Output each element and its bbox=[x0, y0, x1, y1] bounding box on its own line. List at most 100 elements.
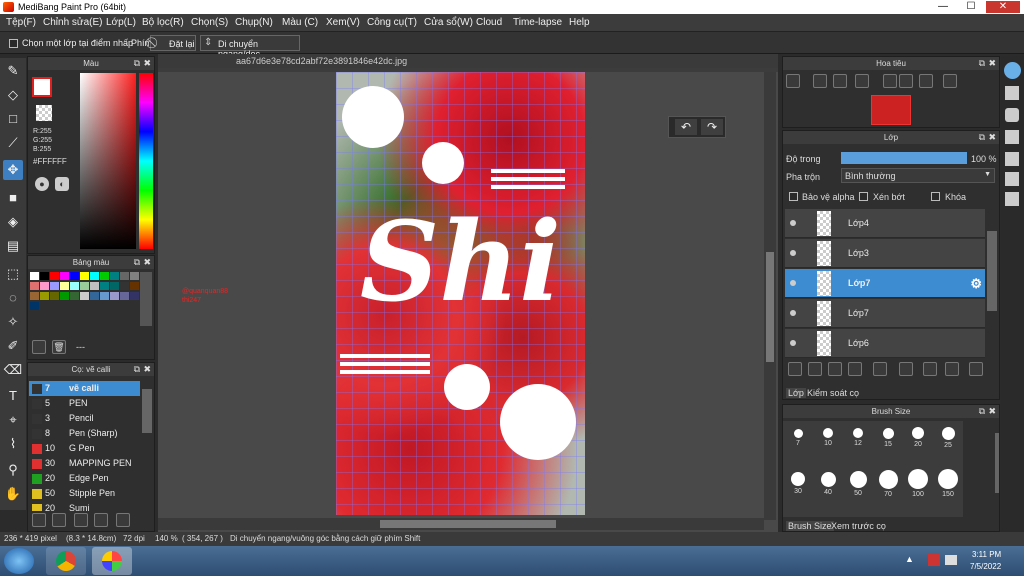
lock-checkbox[interactable] bbox=[931, 192, 940, 201]
copy-brush-icon[interactable] bbox=[74, 513, 88, 527]
rotate-left-icon[interactable] bbox=[883, 74, 897, 88]
chat-icon[interactable] bbox=[1005, 108, 1019, 122]
brush-size-scrollbar[interactable] bbox=[995, 433, 999, 493]
palette-swatch[interactable] bbox=[90, 292, 99, 300]
palette-swatch[interactable] bbox=[110, 292, 119, 300]
maximize-button[interactable]: ☐ bbox=[958, 1, 984, 13]
undock-icon[interactable]: ⧉ bbox=[134, 364, 140, 375]
palette-swatch[interactable] bbox=[120, 272, 129, 280]
cloud-icon[interactable] bbox=[1004, 62, 1021, 79]
palette-swatch[interactable] bbox=[110, 272, 119, 280]
menu-select[interactable]: Chọn(S) bbox=[191, 17, 228, 28]
add-layer-menu-icon[interactable] bbox=[873, 362, 887, 376]
line-tool-icon[interactable]: ⟋ bbox=[3, 133, 23, 153]
rotate-right-icon[interactable] bbox=[919, 74, 933, 88]
hand-tool-icon[interactable]: ✋ bbox=[3, 484, 23, 504]
palette-swatch[interactable] bbox=[50, 282, 59, 290]
palette-swatch[interactable] bbox=[50, 292, 59, 300]
zoom-in-icon[interactable] bbox=[786, 74, 800, 88]
brush-size-option[interactable]: 100 bbox=[903, 467, 933, 498]
brush-item-selected[interactable]: 7vẽ calli⚙ bbox=[29, 381, 140, 396]
clipping-checkbox[interactable] bbox=[859, 192, 868, 201]
brush-size-option[interactable]: 15 bbox=[873, 421, 903, 448]
palette-swatch[interactable] bbox=[120, 292, 129, 300]
operation-tool-icon[interactable]: ⌖ bbox=[3, 410, 23, 430]
palette-swatch[interactable] bbox=[110, 282, 119, 290]
brush-item[interactable]: 20 Sumi bbox=[29, 501, 140, 511]
horizontal-scroll-thumb[interactable] bbox=[380, 520, 556, 528]
palette-swatch[interactable] bbox=[30, 282, 39, 290]
new-layer-icon[interactable] bbox=[788, 362, 802, 376]
menu-color[interactable]: Màu (C) bbox=[282, 17, 318, 28]
palette-swatch[interactable] bbox=[100, 272, 109, 280]
fit-window-icon[interactable] bbox=[833, 74, 847, 88]
bucket-tool-icon[interactable]: ◈ bbox=[3, 212, 23, 232]
palette-swatch[interactable] bbox=[30, 302, 39, 310]
comment-icon[interactable] bbox=[1005, 130, 1019, 144]
transparent-color-swatch[interactable] bbox=[36, 105, 52, 121]
menu-window[interactable]: Cửa sổ(W) bbox=[424, 17, 473, 28]
tab-brush-control[interactable]: Kiểm soát cọ bbox=[807, 388, 859, 398]
undock-icon[interactable]: ⧉ bbox=[979, 58, 985, 69]
tab-brush-size[interactable]: Brush Size bbox=[786, 521, 834, 531]
redo-icon[interactable]: ↷ bbox=[701, 119, 723, 135]
move-tool-icon[interactable]: ✥ bbox=[3, 160, 23, 180]
visibility-icon[interactable] bbox=[790, 280, 796, 286]
panel-close-icon[interactable]: ✖ bbox=[143, 257, 151, 268]
palette-swatch[interactable] bbox=[30, 292, 39, 300]
panel-close-icon[interactable]: ✖ bbox=[143, 58, 151, 69]
primary-color-swatch[interactable] bbox=[32, 77, 52, 97]
palette-swatch[interactable] bbox=[80, 282, 89, 290]
menu-cloud[interactable]: Cloud bbox=[476, 17, 502, 28]
undock-icon[interactable]: ⧉ bbox=[134, 257, 140, 268]
fill-rect-tool-icon[interactable]: ■ bbox=[3, 188, 23, 208]
undock-icon[interactable]: ⧉ bbox=[979, 132, 985, 143]
palette-swatch[interactable] bbox=[30, 272, 39, 280]
panel-close-icon[interactable]: ✖ bbox=[143, 364, 151, 375]
tab-brush-preview[interactable]: Xem trước cọ bbox=[831, 521, 886, 531]
brush-item[interactable]: 3 Pencil bbox=[29, 411, 140, 426]
brush-tool-icon[interactable]: ✎ bbox=[3, 61, 23, 81]
menu-view[interactable]: Xem(V) bbox=[326, 17, 360, 28]
vertical-scrollbar[interactable] bbox=[764, 72, 776, 520]
layer-scrollbar[interactable] bbox=[987, 231, 997, 311]
document-icon[interactable] bbox=[1005, 152, 1019, 166]
reset-button[interactable]: ⃠ Đặt lại bbox=[150, 35, 196, 51]
add-palette-icon[interactable] bbox=[32, 340, 46, 354]
taskbar-medibang[interactable] bbox=[92, 547, 132, 575]
lasso-select-icon[interactable]: ◌ bbox=[3, 288, 23, 308]
color-saturation-field[interactable] bbox=[80, 73, 136, 249]
flip-icon[interactable] bbox=[943, 74, 957, 88]
layer-row[interactable]: Lớp6 bbox=[785, 329, 985, 358]
document-tab[interactable]: aa67d6e3e78cd2abf72e3891846e42dc.jpg bbox=[236, 56, 407, 66]
palette-swatch[interactable] bbox=[70, 282, 79, 290]
palette-swatch[interactable] bbox=[50, 272, 59, 280]
brush-size-option[interactable]: 12 bbox=[843, 421, 873, 447]
zoom-out-icon[interactable] bbox=[813, 74, 827, 88]
menu-tools[interactable]: Công cụ(T) bbox=[367, 17, 417, 28]
gradient-tool-icon[interactable]: ▤ bbox=[3, 236, 23, 256]
merge-layer-icon[interactable] bbox=[945, 362, 959, 376]
new-halftone-layer-icon[interactable] bbox=[808, 362, 822, 376]
move-direction-button[interactable]: ⇕ Di chuyển ngang/dọc bbox=[200, 35, 300, 59]
select-pen-icon[interactable]: ✐ bbox=[3, 336, 23, 356]
palette-swatch[interactable] bbox=[40, 282, 49, 290]
palette-swatch[interactable] bbox=[40, 292, 49, 300]
brush-size-option[interactable]: 40 bbox=[813, 467, 843, 496]
brush-item[interactable]: 20 Edge Pen bbox=[29, 471, 140, 486]
add-brush-icon[interactable] bbox=[52, 513, 66, 527]
palette-swatch[interactable] bbox=[100, 292, 109, 300]
layer-row[interactable]: Lớp3 bbox=[785, 239, 985, 268]
brush-size-option[interactable]: 30 bbox=[783, 467, 813, 495]
color-picker-icon[interactable]: ● bbox=[35, 177, 49, 191]
brush-size-option[interactable]: 50 bbox=[843, 467, 873, 497]
page-icon[interactable] bbox=[1005, 172, 1019, 186]
artwork-canvas[interactable]: Shi bbox=[336, 72, 585, 515]
brush-item[interactable]: 8 Pen (Sharp) bbox=[29, 426, 140, 441]
panel-close-icon[interactable]: ✖ bbox=[988, 58, 996, 69]
palette-swatch[interactable] bbox=[80, 292, 89, 300]
undock-icon[interactable]: ⧉ bbox=[979, 406, 985, 417]
visibility-icon[interactable] bbox=[790, 310, 796, 316]
dropper-tool-icon[interactable]: ⚲ bbox=[3, 460, 23, 480]
protect-alpha-checkbox[interactable] bbox=[789, 192, 798, 201]
